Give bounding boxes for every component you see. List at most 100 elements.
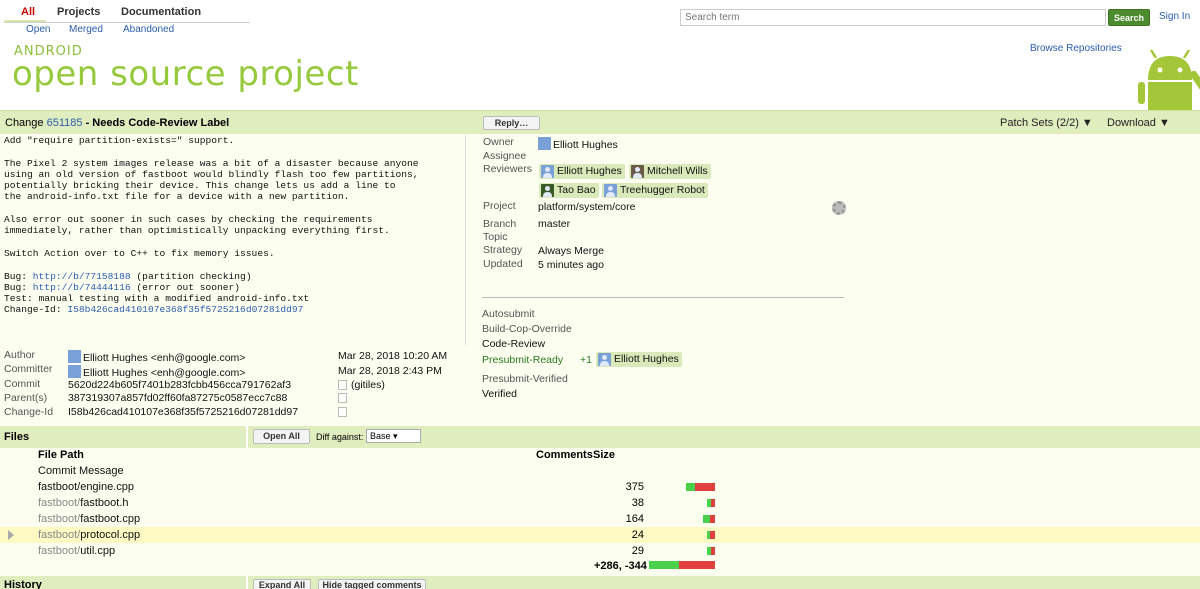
- file-size: 29: [631, 545, 644, 557]
- total-delta-bar: [649, 561, 715, 569]
- bug-note-1: (partition checking): [130, 270, 252, 282]
- voter-name: Elliott Hughes: [614, 353, 679, 365]
- gitiles-link[interactable]: (gitiles): [351, 379, 385, 391]
- reviewer-chip[interactable]: Treehugger Robot: [602, 183, 708, 198]
- presubmit-voter-chip[interactable]: Elliott Hughes: [596, 352, 682, 367]
- file-name: util.cpp: [80, 545, 116, 557]
- bug-link-1[interactable]: http://b/77158188: [33, 271, 131, 282]
- reviewer-name: Treehugger Robot: [620, 184, 705, 196]
- label-autosubmit: Autosubmit: [482, 308, 535, 320]
- author-link[interactable]: Elliott Hughes <enh@google.com>: [68, 350, 245, 364]
- file-path: fastboot/util.cpp: [38, 545, 115, 557]
- file-row[interactable]: fastboot/protocol.cpp 24: [0, 527, 1200, 543]
- file-path: fastboot/fastboot.h: [38, 497, 129, 509]
- patch-sets-dropdown[interactable]: Patch Sets (2/2) ▼: [1000, 117, 1093, 129]
- change-header-bar: Change 651185 - Needs Code-Review Label …: [0, 110, 1200, 134]
- bug-link-2[interactable]: http://b/74444116: [33, 282, 131, 293]
- updated-value: 5 minutes ago: [538, 259, 604, 271]
- subtab-open[interactable]: Open: [26, 24, 50, 35]
- removed-bar: [711, 499, 715, 507]
- reply-button[interactable]: Reply…: [483, 116, 540, 130]
- copy-icon[interactable]: [338, 380, 347, 390]
- reviewer-chip[interactable]: Mitchell Wills: [629, 164, 711, 179]
- file-size: 164: [625, 513, 644, 525]
- tab-projects[interactable]: Projects: [57, 6, 100, 18]
- removed-bar: [679, 561, 715, 569]
- reviewers-label: Reviewers: [483, 163, 533, 175]
- file-row[interactable]: fastboot/fastboot.h 38: [0, 495, 1200, 511]
- commit-message: Add "require partition-exists=" support.…: [4, 135, 466, 345]
- file-name: fastboot.cpp: [80, 513, 141, 525]
- project-link[interactable]: platform/system/core: [538, 201, 635, 213]
- owner-link[interactable]: Elliott Hughes: [538, 137, 618, 151]
- committer-label: Committer: [4, 363, 53, 375]
- sign-in-link[interactable]: Sign In: [1159, 11, 1190, 22]
- copy-icon[interactable]: [338, 393, 347, 403]
- subtab-merged[interactable]: Merged: [69, 24, 103, 35]
- user-photo-icon: [541, 184, 554, 197]
- change-number-link[interactable]: 651185: [47, 117, 83, 129]
- gear-icon[interactable]: [832, 201, 846, 215]
- assignee-label: Assignee: [483, 150, 527, 162]
- file-dir: fastboot/: [38, 513, 81, 525]
- file-delta-bar: [703, 515, 715, 523]
- branch-label: Branch: [483, 218, 517, 230]
- download-dropdown[interactable]: Download ▼: [1107, 117, 1170, 129]
- open-all-button[interactable]: Open All: [253, 429, 310, 444]
- subtab-abandoned[interactable]: Abandoned: [123, 24, 174, 35]
- logo-open-source-project-text: open source project: [12, 54, 359, 94]
- file-delta-bar: [707, 547, 715, 555]
- file-row[interactable]: fastboot/engine.cpp 375: [0, 479, 1200, 495]
- expand-all-button[interactable]: Expand All: [253, 579, 311, 589]
- search-button[interactable]: Search: [1108, 9, 1150, 26]
- file-delta-bar: [707, 499, 715, 507]
- file-name: fastboot.h: [80, 497, 129, 509]
- file-row[interactable]: fastboot/fastboot.cpp 164: [0, 511, 1200, 527]
- file-row[interactable]: fastboot/util.cpp 29: [0, 543, 1200, 559]
- search-input[interactable]: [680, 9, 1106, 26]
- file-name: protocol.cpp: [80, 529, 141, 541]
- committer-link[interactable]: Elliott Hughes <enh@google.com>: [68, 365, 245, 379]
- change-id-value: I58b426cad410107e368f35f5725216d07281dd9…: [68, 406, 299, 418]
- label-presubmit-ready: Presubmit-Ready: [482, 354, 564, 366]
- reviewer-chip[interactable]: Tao Bao: [539, 183, 599, 198]
- label-presubmit-verified: Presubmit-Verified: [482, 373, 568, 385]
- top-nav: All Projects Documentation Open Merged A…: [0, 0, 1200, 40]
- bar-divider: [246, 576, 248, 589]
- diff-against-select[interactable]: Base ▾: [366, 429, 421, 443]
- file-path: fastboot/fastboot.cpp: [38, 513, 140, 525]
- hide-tagged-comments-button[interactable]: Hide tagged comments: [318, 579, 426, 589]
- file-size: 24: [631, 529, 644, 541]
- tab-divider: [4, 22, 250, 23]
- change-id-link[interactable]: I58b426cad410107e368f35f5725216d07281dd9…: [67, 304, 303, 315]
- reviewer-chip[interactable]: Elliott Hughes: [539, 164, 625, 179]
- author-name: Elliott Hughes <enh@google.com>: [83, 352, 246, 364]
- owner-name: Elliott Hughes: [553, 139, 618, 151]
- topic-label: Topic: [483, 231, 508, 243]
- removed-bar: [711, 547, 715, 555]
- strategy-value: Always Merge: [538, 245, 604, 257]
- branch-link[interactable]: master: [538, 218, 570, 230]
- tab-all[interactable]: All: [21, 6, 35, 18]
- col-comments: Comments: [536, 449, 593, 461]
- history-bar: History Expand All Hide tagged comments: [0, 576, 1200, 589]
- owner-avatar-icon: [538, 137, 551, 150]
- added-bar: [686, 483, 695, 491]
- browse-repositories-link[interactable]: Browse Repositories: [1030, 43, 1122, 54]
- file-delta-bar: [707, 531, 715, 539]
- bug-note-2: (error out sooner): [130, 281, 241, 293]
- copy-icon[interactable]: [338, 407, 347, 417]
- file-row-commit-message[interactable]: Commit Message: [0, 463, 1200, 479]
- committer-name: Elliott Hughes <enh@google.com>: [83, 367, 246, 379]
- labels-divider: [482, 297, 844, 298]
- strategy-label: Strategy: [483, 244, 523, 256]
- label-code-review: Code-Review: [482, 338, 546, 350]
- tab-documentation[interactable]: Documentation: [121, 6, 201, 18]
- project-label: Project: [483, 200, 516, 212]
- commit-label: Commit: [4, 378, 41, 390]
- bar-divider: [246, 426, 248, 448]
- file-path: Commit Message: [38, 465, 124, 477]
- added-bar: [649, 561, 679, 569]
- file-dir: fastboot/: [38, 529, 81, 541]
- commit-sha: 5620d224b605f7401b283fcbb456cca791762af3: [68, 379, 292, 391]
